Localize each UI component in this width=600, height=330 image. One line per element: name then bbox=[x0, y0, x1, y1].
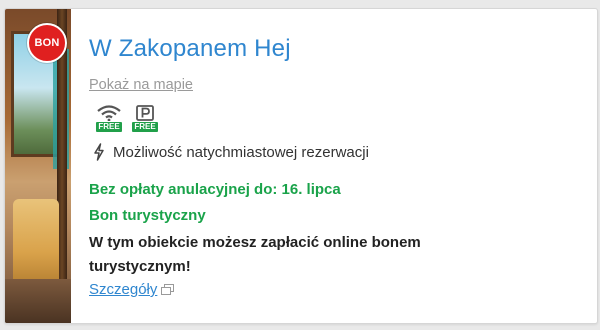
bon-badge: BON bbox=[27, 23, 67, 63]
details-link[interactable]: Szczegóły bbox=[89, 281, 175, 298]
lightning-icon bbox=[94, 143, 104, 161]
popup-icon[interactable] bbox=[161, 284, 175, 295]
details-link-text[interactable]: Szczegóły bbox=[89, 281, 157, 298]
free-cancellation-text: Bez opłaty anulacyjnej do: 16. lipca bbox=[89, 181, 341, 198]
wifi-free-label: FREE bbox=[96, 122, 122, 132]
amenities: FREE FREE bbox=[95, 105, 159, 132]
listing-title[interactable]: W Zakopanem Hej bbox=[89, 35, 291, 63]
voucher-description: W tym obiekcie możesz zapłacić online bo… bbox=[89, 234, 421, 275]
listing-content: W Zakopanem Hej Pokaż na mapie FREE FREE bbox=[89, 9, 589, 323]
amenity-parking: FREE bbox=[131, 105, 159, 132]
listing-card: BON W Zakopanem Hej Pokaż na mapie FREE … bbox=[4, 8, 598, 324]
wifi-icon bbox=[97, 105, 121, 121]
amenity-wifi: FREE bbox=[95, 105, 123, 132]
show-on-map-link[interactable]: Pokaż na mapie bbox=[89, 77, 193, 93]
parking-free-label: FREE bbox=[132, 122, 158, 132]
photo-chair bbox=[13, 199, 59, 289]
instant-booking: Możliwość natychmiastowej rezerwacji bbox=[93, 143, 369, 161]
parking-icon bbox=[136, 105, 154, 121]
instant-booking-text: Możliwość natychmiastowej rezerwacji bbox=[113, 143, 369, 161]
voucher-label: Bon turystyczny bbox=[89, 207, 206, 224]
photo-floor bbox=[5, 279, 71, 323]
